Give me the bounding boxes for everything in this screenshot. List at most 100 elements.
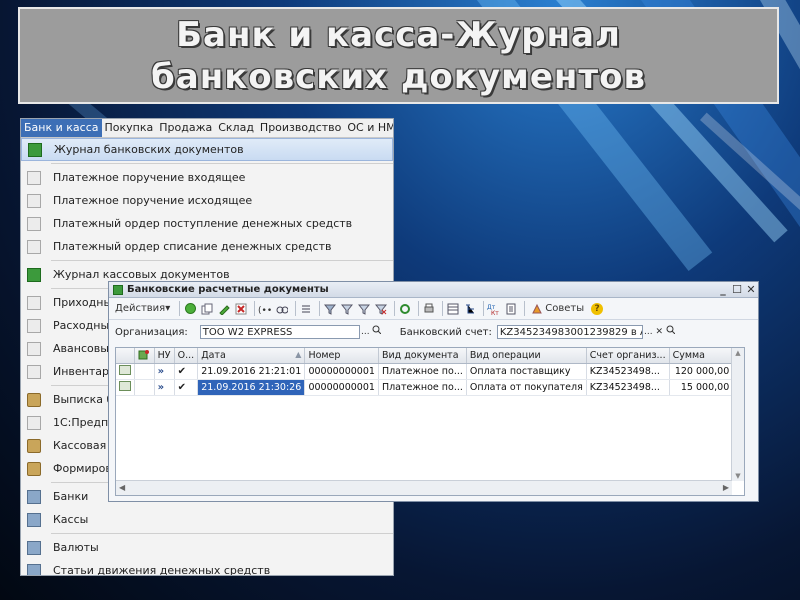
organization-search-button[interactable]	[371, 325, 382, 339]
document-icon	[27, 341, 41, 356]
filter-button[interactable]	[323, 300, 337, 317]
cell-number[interactable]: 00000000001	[304, 363, 379, 380]
dropdown-item[interactable]: Статьи движения денежных средств	[21, 559, 393, 575]
cell-nu[interactable]: »	[154, 379, 175, 396]
organization-select-button[interactable]: ...	[360, 325, 371, 339]
cell-doc-type[interactable]: Платежное по...	[378, 363, 467, 380]
document-journal-button[interactable]	[446, 300, 460, 317]
list-icon	[302, 305, 311, 312]
tips-icon	[532, 303, 543, 313]
column-header-amount[interactable]: Сумма	[669, 348, 734, 364]
column-header-o[interactable]: О...	[174, 348, 199, 364]
dropdown-item[interactable]: Кассы	[21, 508, 393, 531]
scroll-down-arrow[interactable]: ▼	[732, 472, 744, 480]
bank-account-clear-button[interactable]: ✕	[654, 325, 665, 339]
report-button[interactable]	[504, 300, 518, 317]
cell-icon[interactable]	[134, 363, 155, 380]
menu-5[interactable]: Производство	[257, 119, 344, 137]
dropdown-item[interactable]: Валюты	[21, 536, 393, 559]
search-icon	[372, 325, 382, 335]
menu-3[interactable]: Продажа	[156, 119, 215, 137]
scroll-right-arrow[interactable]: ▶	[723, 483, 729, 492]
dropdown-item-label: Расходны	[53, 319, 110, 332]
actions-menu-button[interactable]: Действия ▾	[112, 300, 173, 317]
cell-amount[interactable]: 120 000,00	[669, 363, 734, 380]
menu-2[interactable]: Покупка	[102, 119, 157, 137]
filter-icon	[324, 304, 337, 315]
dropdown-item[interactable]: Платежное поручение исходящее	[21, 189, 393, 212]
filter-list-button[interactable]	[357, 300, 371, 317]
vertical-scrollbar[interactable]: ▲ ▼	[731, 348, 744, 481]
cell-date[interactable]: 21.09.2016 21:21:01	[197, 363, 306, 380]
cell-status[interactable]	[116, 379, 136, 396]
cell-o[interactable]: ✔	[174, 379, 199, 396]
column-header-icon[interactable]	[134, 348, 155, 364]
bank-account-select-button[interactable]: ...	[643, 325, 654, 339]
filter-value-button[interactable]	[340, 300, 354, 317]
window-title: Банковские расчетные документы	[127, 284, 329, 295]
cell-operation[interactable]: Оплата от покупателя	[466, 379, 587, 396]
column-header-doc-type[interactable]: Вид документа	[378, 348, 467, 364]
report-icon	[506, 303, 516, 314]
find-button[interactable]	[275, 300, 289, 317]
cell-o[interactable]: ✔	[174, 363, 199, 380]
postings-button[interactable]: Дт Кт	[487, 300, 501, 317]
bank-documents-window: Банковские расчетные документы _ ☐ ✕ Дей…	[108, 281, 759, 502]
minimize-button[interactable]: _	[716, 283, 730, 296]
help-button[interactable]: ?	[590, 300, 604, 317]
tips-button[interactable]: Советы	[528, 300, 587, 317]
organization-field[interactable]: ТОО W2 EXPRESS	[199, 325, 360, 339]
print-button[interactable]	[422, 300, 436, 317]
dropdown-item-label: Авансовы	[53, 342, 109, 355]
dropdown-item[interactable]: Платежное поручение входящее	[21, 166, 393, 189]
toolbar-separator	[179, 301, 181, 316]
double-chevron-icon: »	[157, 382, 165, 393]
cell-number[interactable]: 00000000001	[304, 379, 379, 396]
cell-nu[interactable]: »	[154, 363, 175, 380]
cell-icon[interactable]	[134, 379, 155, 396]
column-header-status[interactable]	[116, 348, 136, 364]
cell-operation[interactable]: Оплата поставщику	[466, 363, 587, 380]
scroll-up-arrow[interactable]: ▲	[732, 349, 744, 357]
menu-6[interactable]: ОС и НМА	[344, 119, 393, 137]
clear-filter-button[interactable]	[374, 300, 388, 317]
menu-4[interactable]: Склад	[215, 119, 257, 137]
table-row[interactable]: » ✔ 21.09.2016 21:21:01 00000000001 Платежно…	[116, 363, 744, 380]
link-button[interactable]: (••)	[258, 300, 272, 317]
column-header-date-label: Дата	[201, 350, 226, 361]
cell-date[interactable]: 21.09.2016 21:30:26	[197, 379, 306, 396]
cell-status[interactable]	[116, 363, 136, 380]
structure-of-subordination-button[interactable]	[463, 300, 477, 317]
dropdown-item[interactable]: Журнал банковских документов	[21, 138, 393, 161]
table-row[interactable]: » ✔ 21.09.2016 21:30:26 00000000001 Платежно…	[116, 379, 744, 396]
cell-amount[interactable]: 15 000,00	[669, 379, 734, 396]
copy-button[interactable]	[200, 300, 214, 317]
dropdown-item[interactable]: Платежный ордер поступление денежных сре…	[21, 212, 393, 235]
menu-separator	[51, 533, 393, 534]
menu-1[interactable]: Банк и касса	[21, 119, 102, 137]
delete-button[interactable]	[234, 300, 248, 317]
checkmark-icon: ✔	[177, 382, 187, 393]
cell-account[interactable]: KZ34523498...	[586, 363, 670, 380]
structure-button[interactable]	[299, 300, 313, 317]
column-header-number[interactable]: Номер	[304, 348, 379, 364]
add-button[interactable]	[183, 300, 197, 317]
close-button[interactable]: ✕	[744, 283, 758, 296]
scroll-left-arrow[interactable]: ◀	[119, 483, 125, 492]
bank-account-search-button[interactable]	[665, 325, 676, 339]
cell-account[interactable]: KZ34523498...	[586, 379, 670, 396]
dropdown-item[interactable]: Платежный ордер списание денежных средст…	[21, 235, 393, 258]
slide-title-banner: Банк и касса-Журнал банковских документо…	[18, 7, 779, 104]
column-header-operation[interactable]: Вид операции	[466, 348, 587, 364]
maximize-button[interactable]: ☐	[730, 283, 744, 296]
column-header-date[interactable]: Дата ▲	[197, 348, 306, 364]
bank-account-field[interactable]: KZ345234983001239829 в АО КФ	[496, 325, 643, 339]
cell-doc-type[interactable]: Платежное по...	[378, 379, 467, 396]
column-header-account[interactable]: Счет организ...	[586, 348, 670, 364]
horizontal-scrollbar[interactable]: ◀ ▶	[116, 480, 732, 495]
bank-icon	[27, 540, 41, 555]
edit-button[interactable]	[217, 300, 231, 317]
hierarchy-icon	[466, 304, 475, 313]
refresh-button[interactable]	[398, 300, 412, 317]
column-header-nu[interactable]: НУ	[154, 348, 175, 364]
